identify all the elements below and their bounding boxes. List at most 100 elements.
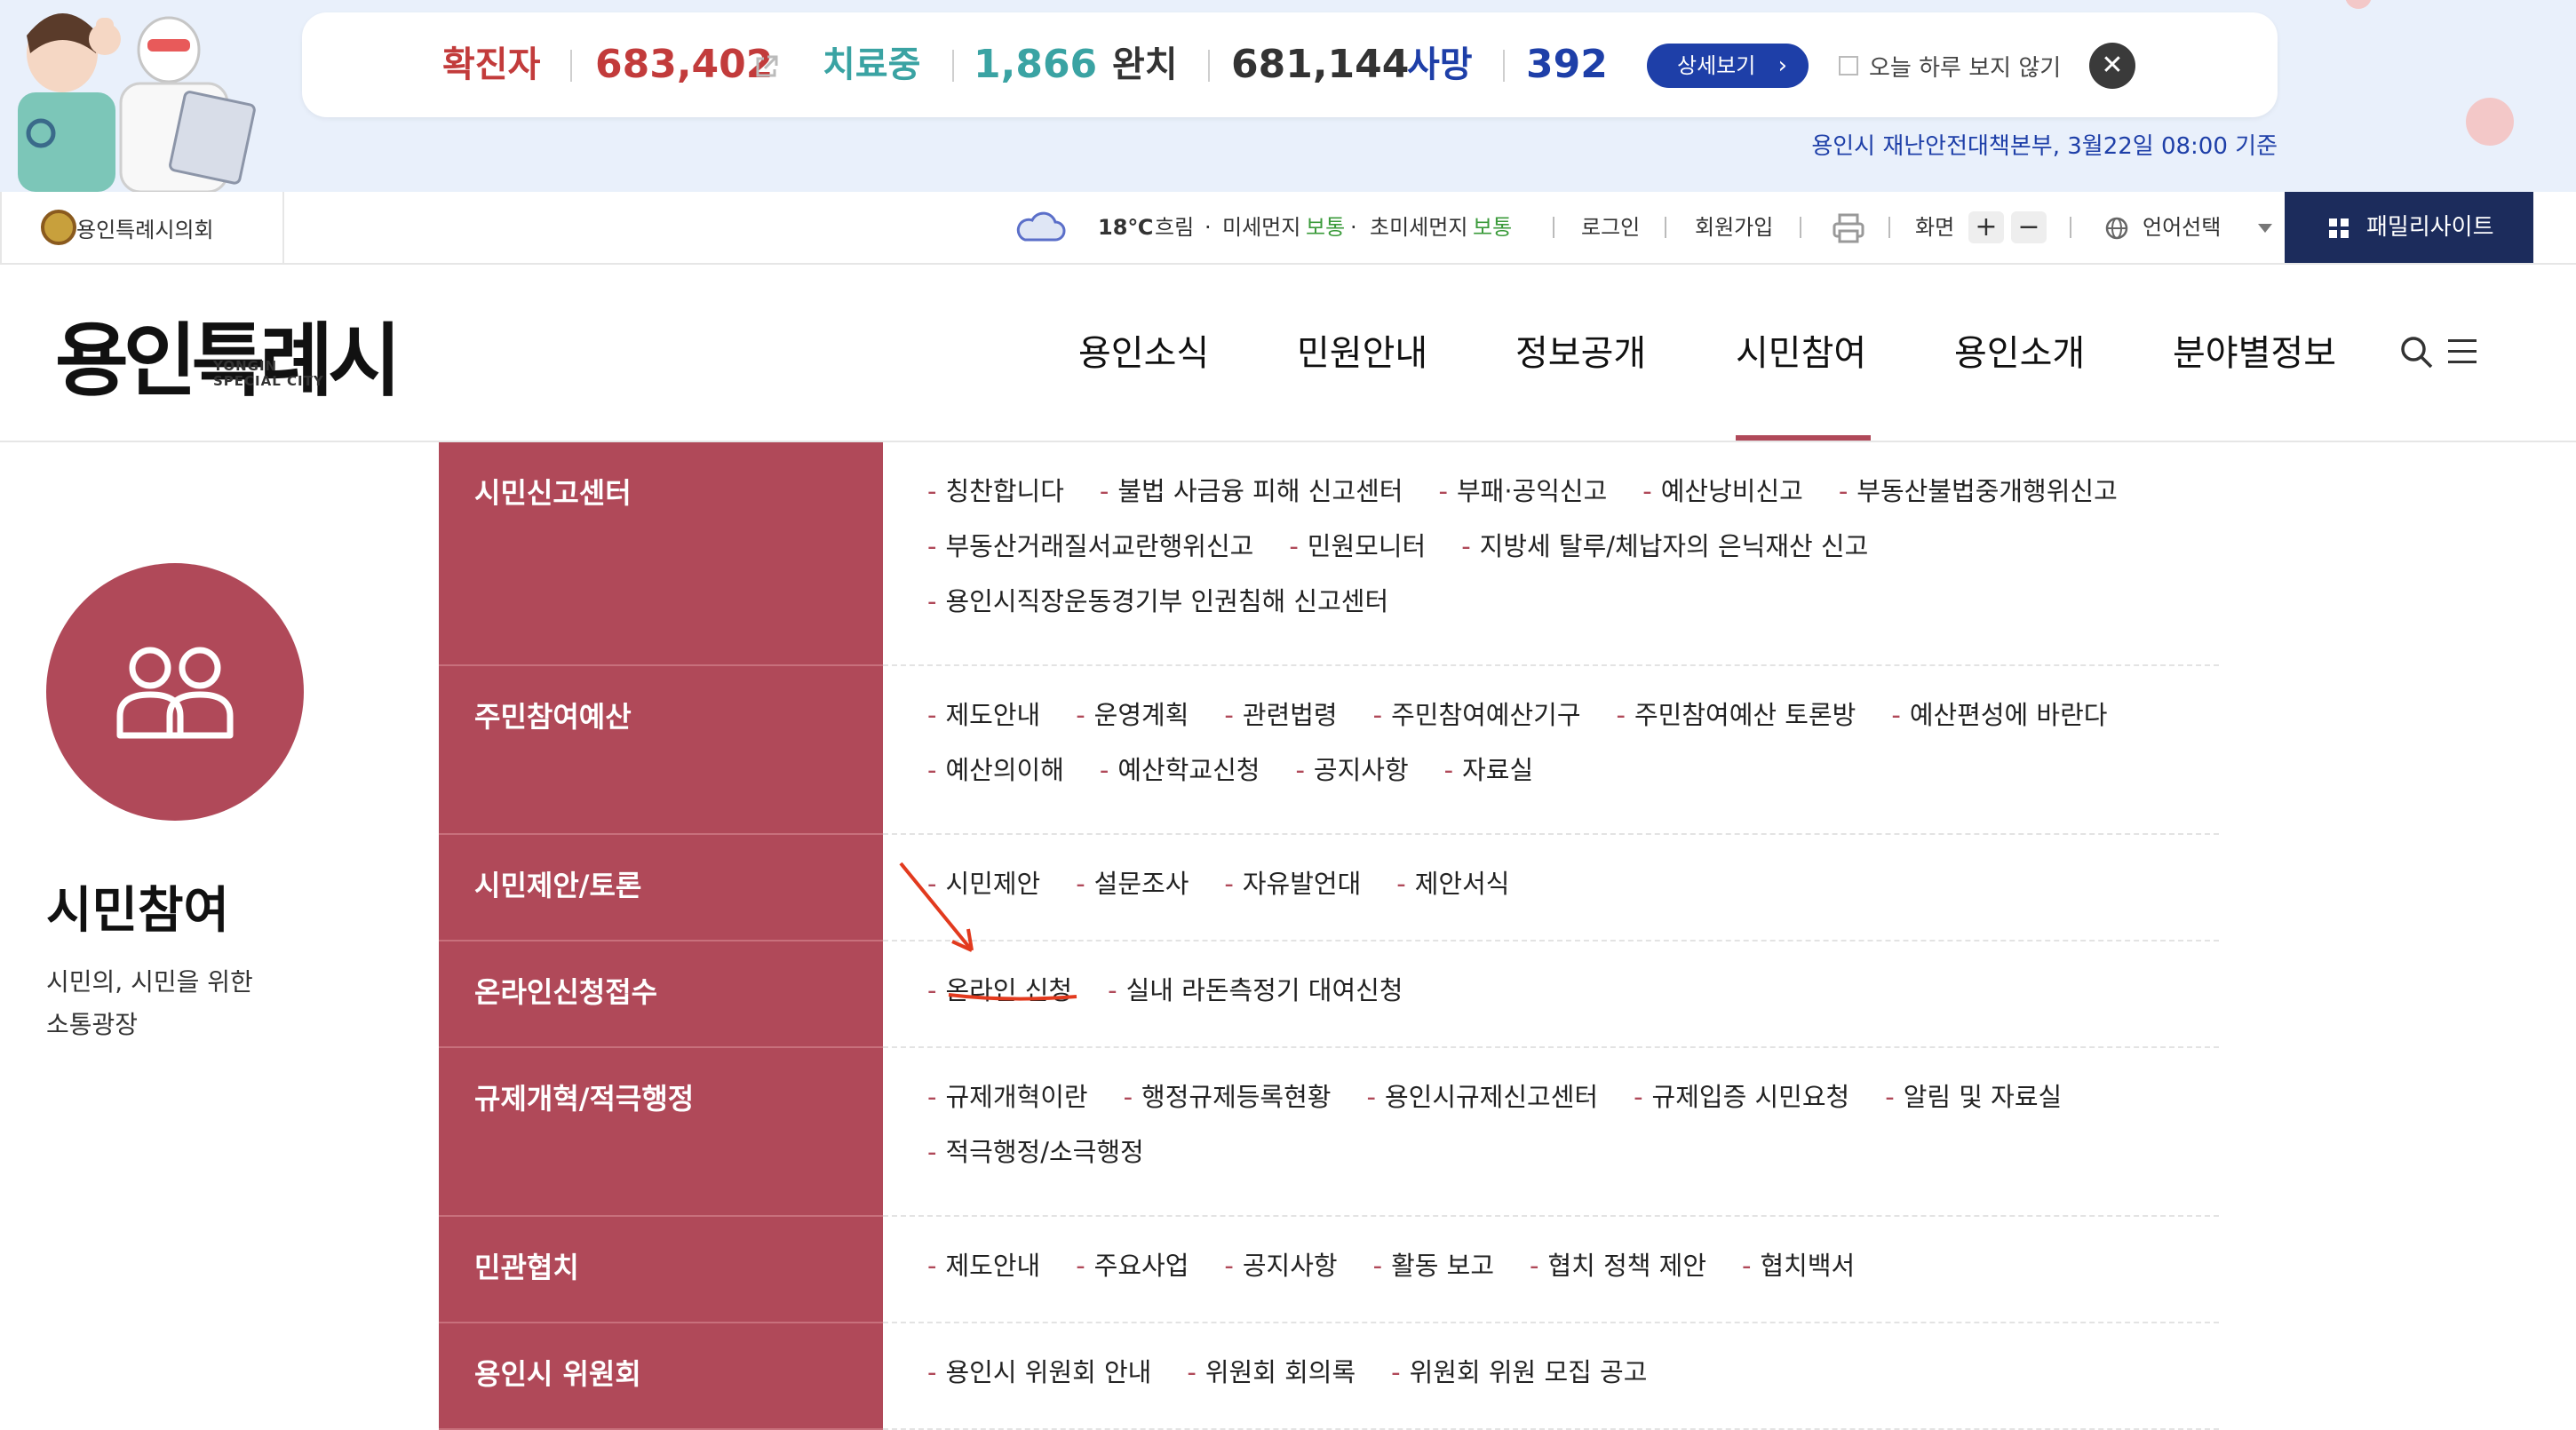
submenu-category[interactable]: 민관협치 xyxy=(439,1217,883,1323)
submenu-link[interactable]: - 민원모니터 xyxy=(1289,528,1426,565)
submenu-link[interactable]: - 예산편성에 바란다 xyxy=(1891,696,2107,734)
zoom-in-button[interactable]: + xyxy=(1968,211,2004,243)
submenu-link[interactable]: - 부동산거래질서교란행위신고 xyxy=(927,528,1253,565)
submenu-link[interactable]: - 제도안내 xyxy=(927,696,1040,734)
submenu-link[interactable]: - 지방세 탈루/체납자의 은닉재산 신고 xyxy=(1461,528,1868,565)
submenu-link[interactable]: - 용인시규제신고센터 xyxy=(1366,1078,1598,1116)
submenu-links: - 칭찬합니다 - 불법 사금융 피해 신고센터 - 부패·공익신고 - 예산낭비신고 - 부동산… xyxy=(883,442,2219,666)
submenu-link-line: - 용인시직장운동경기부 인권침해 신고센터 xyxy=(927,583,2219,638)
zoom-out-button[interactable]: − xyxy=(2011,211,2047,243)
link-dash: - xyxy=(927,531,937,561)
submenu-link[interactable]: - 규제개혁이란 xyxy=(927,1078,1088,1116)
submenu-category[interactable]: 주민참여예산 xyxy=(439,666,883,835)
submenu-link-label: 예산학교신청 xyxy=(1117,755,1260,785)
submenu-link[interactable]: - 공지사항 xyxy=(1295,751,1408,789)
submenu-link[interactable]: - 예산의이해 xyxy=(927,751,1064,789)
people-icon xyxy=(116,647,234,739)
link-dash: - xyxy=(1372,1251,1383,1281)
logo-en-line1: YONGIN xyxy=(213,358,278,374)
submenu-link[interactable]: - 주민참여예산 토론방 xyxy=(1617,696,1856,734)
council-link-label: 용인특례시의회 xyxy=(76,217,214,242)
submenu-link[interactable]: - 예산학교신청 xyxy=(1100,751,1260,789)
submenu-link[interactable]: - 관련법령 xyxy=(1224,696,1337,734)
submenu-link-label: 자유발언대 xyxy=(1242,869,1362,899)
submenu-link[interactable]: - 부패·공익신고 xyxy=(1438,473,1607,510)
submenu-link[interactable]: - 칭찬합니다 xyxy=(927,473,1064,510)
council-link[interactable]: 용인특례시의회 xyxy=(0,192,284,263)
recovered-value: 681,144 xyxy=(1231,42,1410,87)
submenu-link[interactable]: - 주민참여예산기구 xyxy=(1373,696,1581,734)
close-icon[interactable]: ✕ xyxy=(2089,43,2135,89)
nav-yongin-news[interactable]: 용인소식 xyxy=(1078,318,1209,389)
submenu-link[interactable]: - 알림 및 자료실 xyxy=(1885,1078,2062,1116)
submenu-link-label: 용인시직장운동경기부 인권침해 신고센터 xyxy=(945,586,1389,616)
submenu-link[interactable]: - 협치백서 xyxy=(1742,1247,1855,1284)
submenu-link[interactable]: - 부동산불법중개행위신고 xyxy=(1839,473,2118,510)
site-header: 용인특례시 YONGIN SPECIAL CITY 용인소식 민원안내 정보공개… xyxy=(0,265,2576,442)
submenu-link[interactable]: - 설문조사 xyxy=(1076,865,1189,902)
detail-button-label: 상세보기 xyxy=(1677,53,1756,78)
submenu-link[interactable]: - 적극행정/소극행정 xyxy=(927,1133,1144,1171)
submenu-link[interactable]: - 용인시 위원회 안내 xyxy=(927,1354,1151,1391)
submenu-link-label: 위원회 회의록 xyxy=(1205,1357,1356,1387)
submenu-row: 민관협치 - 제도안내 - 주요사업 - 공지사항 - 활동 보고 - 협치 정책 제안 - 협치백서 xyxy=(439,1217,2219,1323)
submenu-link-line: - 제도안내 - 운영계획 - 관련법령 - 주민참여예산기구 - 주민참여예산 토론방 - 예산편성… xyxy=(927,696,2219,751)
divider xyxy=(1503,50,1505,82)
submenu-category[interactable]: 규제개혁/적극행정 xyxy=(439,1048,883,1217)
site-logo[interactable]: 용인특례시 YONGIN SPECIAL CITY xyxy=(55,313,402,410)
nav-info-disclosure[interactable]: 정보공개 xyxy=(1515,318,1646,389)
submenu-link[interactable]: - 예산낭비신고 xyxy=(1642,473,1803,510)
submenu-link[interactable]: - 위원회 위원 모집 공고 xyxy=(1391,1354,1647,1391)
chevron-right-icon: › xyxy=(1777,52,1787,79)
submenu-category[interactable]: 용인시 위원회 xyxy=(439,1323,883,1430)
search-icon[interactable] xyxy=(2398,334,2434,369)
section-description: 시민의, 시민을 위한 소통광장 xyxy=(46,961,313,1046)
nav-yongin-intro[interactable]: 용인소개 xyxy=(1954,318,2085,389)
submenu-link-line: - 규제개혁이란 - 행정규제등록현황 - 용인시규제신고센터 - 규제입증 시민요청 - 알림 … xyxy=(927,1078,2219,1133)
submenu-link[interactable]: - 활동 보고 xyxy=(1373,1247,1494,1284)
grid-icon xyxy=(2329,218,2349,238)
nav-citizen-participation[interactable]: 시민참여 xyxy=(1736,318,1866,389)
submenu-link[interactable]: - 용인시직장운동경기부 인권침해 신고센터 xyxy=(927,583,1388,620)
signup-link[interactable]: 회원가입 xyxy=(1695,192,1773,263)
submenu-category[interactable]: 시민신고센터 xyxy=(439,442,883,666)
section-title: 시민참여 xyxy=(46,882,230,940)
submenu-link-label: 설문조사 xyxy=(1093,869,1189,899)
submenu-category[interactable]: 온라인신청접수 xyxy=(439,941,883,1048)
external-link-icon[interactable] xyxy=(753,53,780,80)
nav-civil-guide[interactable]: 민원안내 xyxy=(1297,318,1427,389)
submenu-link-label: 협치백서 xyxy=(1760,1251,1856,1281)
submenu-link[interactable]: - 실내 라돈측정기 대여신청 xyxy=(1108,972,1403,1009)
submenu-link[interactable]: - 규제입증 시민요청 xyxy=(1634,1078,1849,1116)
submenu-link[interactable]: - 불법 사금융 피해 신고센터 xyxy=(1100,473,1403,510)
submenu-link[interactable]: - 제안서식 xyxy=(1396,865,1509,902)
checkbox-box[interactable] xyxy=(1839,56,1858,75)
submenu-category[interactable]: 시민제안/토론 xyxy=(439,835,883,941)
link-dash: - xyxy=(927,1137,937,1167)
submenu-link[interactable]: - 운영계획 xyxy=(1076,696,1189,734)
section-desc-line1: 시민의, 시민을 위한 xyxy=(46,967,253,997)
annotation-underline xyxy=(948,993,1077,1001)
covid-stats-card: 확진자 683,402 치료중 1,866 완치 681,144 사망 392 … xyxy=(302,12,2278,117)
detail-button[interactable]: 상세보기 › xyxy=(1647,44,1809,88)
submenu-link-label: 민원모니터 xyxy=(1307,531,1427,561)
submenu-link[interactable]: - 공지사항 xyxy=(1224,1247,1337,1284)
submenu-link[interactable]: - 자유발언대 xyxy=(1224,865,1361,902)
link-dash: - xyxy=(1443,755,1454,785)
link-dash: - xyxy=(1076,869,1085,899)
submenu-link-label: 불법 사금융 피해 신고센터 xyxy=(1117,476,1403,506)
submenu-link[interactable]: - 협치 정책 제안 xyxy=(1530,1247,1706,1284)
language-select[interactable]: 언어선택 xyxy=(2075,192,2288,263)
submenu-link[interactable]: - 제도안내 xyxy=(927,1247,1040,1284)
hide-today-checkbox[interactable]: 오늘 하루 보지 않기 xyxy=(1839,50,2061,82)
submenu-link[interactable]: - 위원회 회의록 xyxy=(1187,1354,1356,1391)
family-site-button[interactable]: 패밀리사이트 xyxy=(2285,192,2533,263)
nav-field-info[interactable]: 분야별정보 xyxy=(2173,318,2336,389)
submenu-link[interactable]: - 행정규제등록현황 xyxy=(1124,1078,1332,1116)
submenu-link[interactable]: - 자료실 xyxy=(1444,751,1534,789)
submenu-link[interactable]: - 주요사업 xyxy=(1076,1247,1189,1284)
print-icon[interactable] xyxy=(1832,211,1865,245)
submenu-link-line: - 칭찬합니다 - 불법 사금융 피해 신고센터 - 부패·공익신고 - 예산낭비신고 - 부동산… xyxy=(927,473,2219,528)
login-link[interactable]: 로그인 xyxy=(1581,192,1640,263)
hamburger-menu-icon[interactable] xyxy=(2448,336,2477,368)
